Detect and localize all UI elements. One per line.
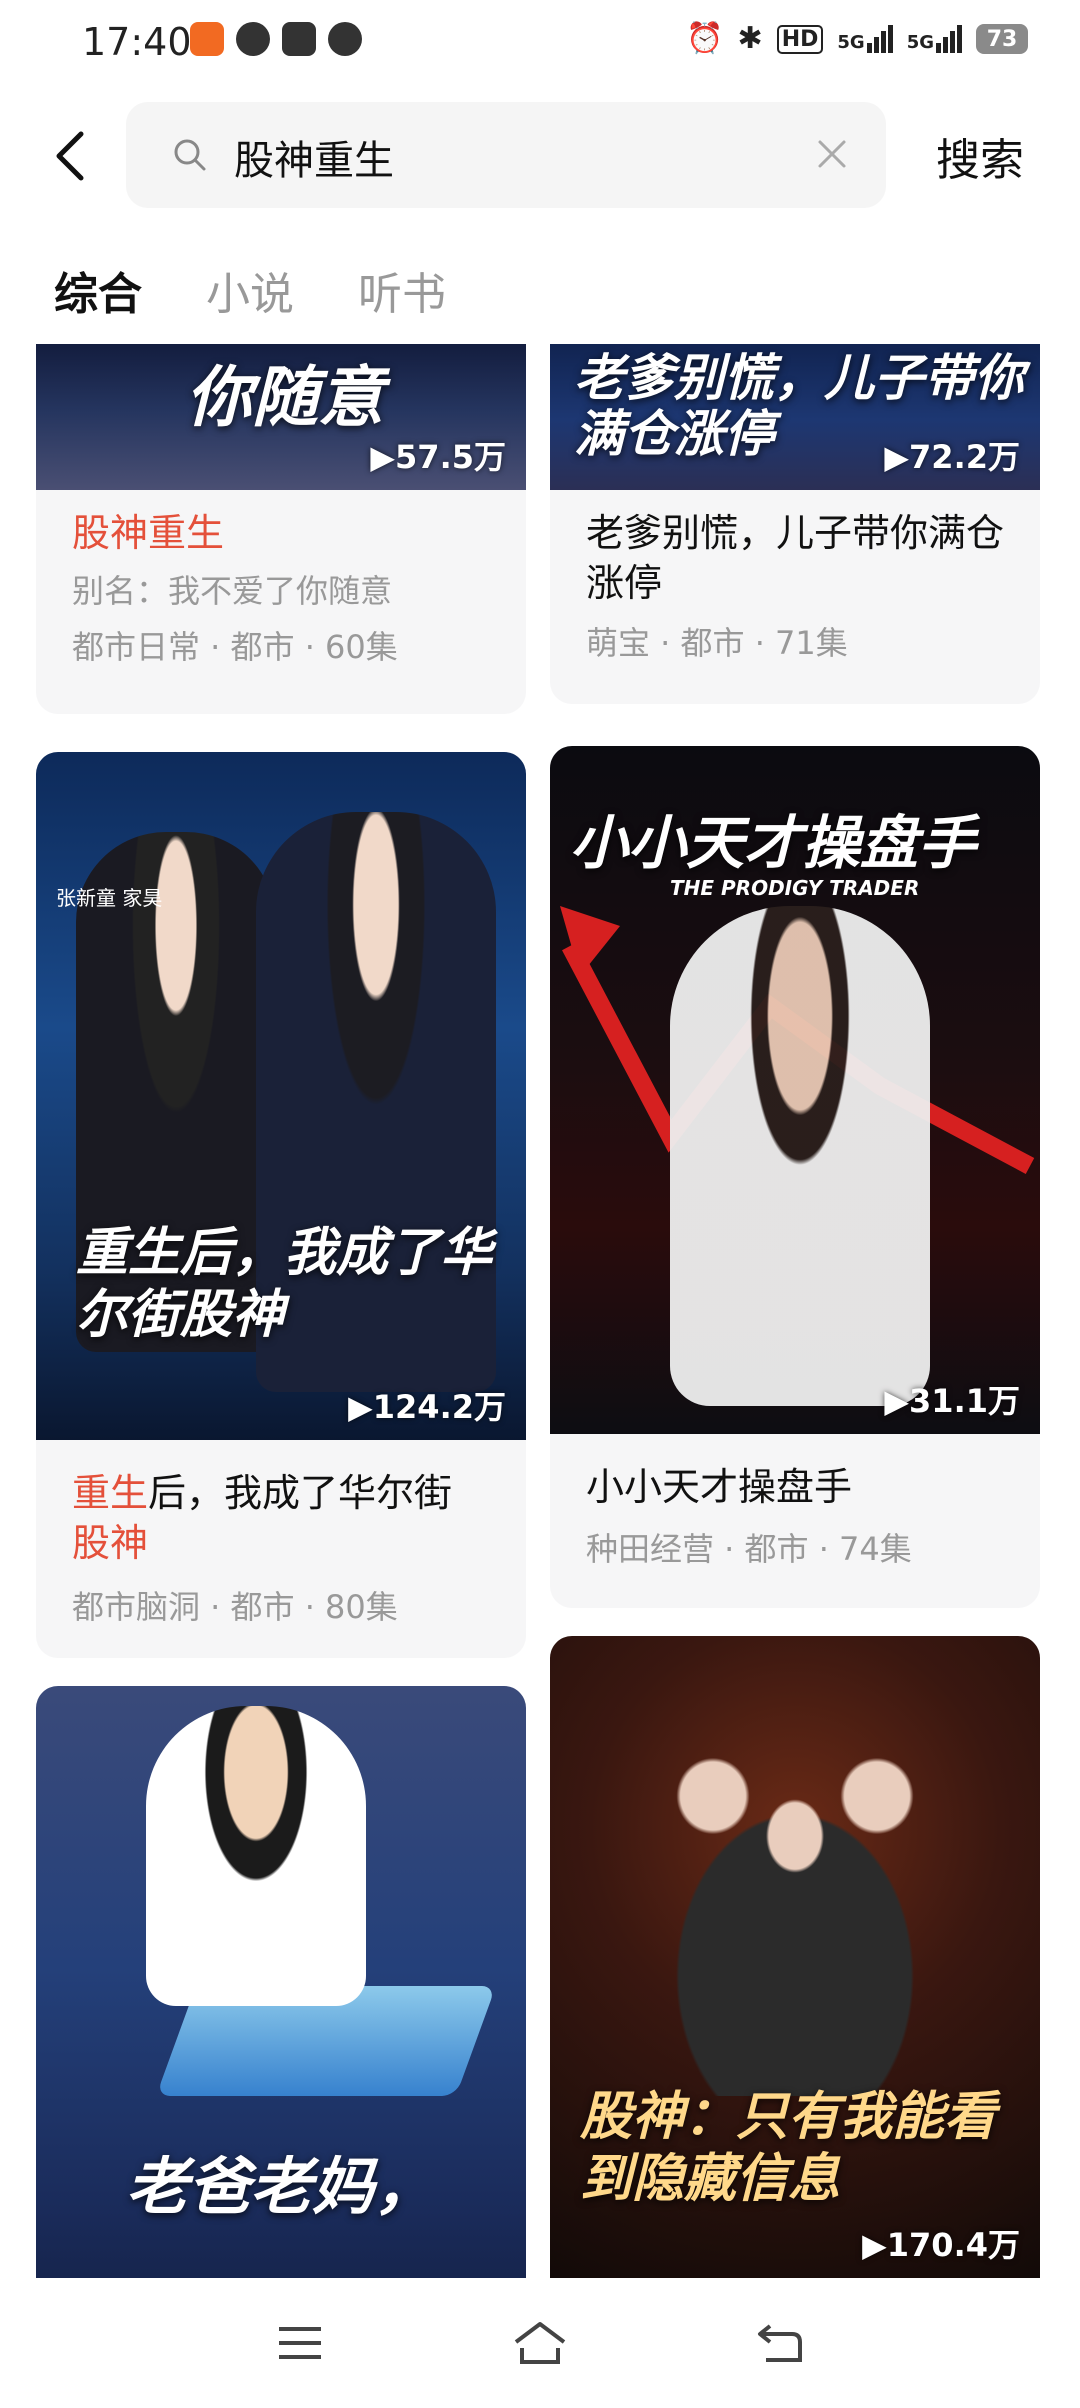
view-count: ▶124.2万 (348, 1388, 506, 1426)
back-button[interactable] (40, 126, 100, 186)
card-title: 小小天才操盘手 (586, 1465, 853, 1509)
cover-group-people (590, 1696, 1000, 2096)
back-arrow-icon (758, 2324, 802, 2362)
result-card[interactable]: 你随意 ▶57.5万 股神重生 别名：我不爱了你随意 都市日常 · 都市 · 6… (36, 344, 526, 714)
tab-novel[interactable]: 小说 (206, 258, 294, 322)
category-tabs: 综合 小说 听书 (54, 258, 446, 322)
cover-cast-text: 张新童 家昊 (56, 886, 163, 910)
cover-title-text: 老爸老妈， (126, 2150, 437, 2223)
cover-title-text: 重生后，我成了华尔街股神 (76, 1223, 493, 1345)
status-time: 17:40 (82, 20, 192, 64)
cover-image: 股神：只有我能看到隐藏信息 ▶170.4万 (550, 1636, 1040, 2278)
card-title: 股神重生 (72, 511, 225, 555)
system-nav-bar (0, 2278, 1080, 2408)
calendar-icon (282, 22, 316, 56)
5g-signal-icon: 5G (837, 25, 893, 53)
results-grid: 你随意 ▶57.5万 股神重生 别名：我不爱了你随意 都市日常 · 都市 · 6… (0, 344, 1080, 2278)
menu-button[interactable] (270, 2318, 330, 2368)
cover-image: 小小天才操盘手 THE PRODIGY TRADER ▶31.1万 (550, 746, 1040, 1434)
cover-image: 老爹别慌，儿子带你满仓涨停 ▶72.2万 (550, 344, 1040, 490)
hd-icon: HD (776, 24, 824, 54)
result-card[interactable]: 老爹别慌，儿子带你满仓涨停 ▶72.2万 老爹别慌，儿子带你满仓涨停 萌宝 · … (550, 344, 1040, 704)
chevron-left-icon (56, 131, 84, 181)
cover-subtitle-text: THE PRODIGY TRADER (670, 876, 920, 900)
alarm-icon: ⏰ (686, 21, 724, 56)
cover-image: 重生后，我成了华尔街股神 张新童 家昊 ▶124.2万 (36, 752, 526, 1440)
card-title: 老爹别慌，儿子带你满仓涨停 (586, 511, 1005, 605)
search-query: 股神重生 (234, 138, 394, 184)
cover-image: 你随意 ▶57.5万 (36, 344, 526, 490)
search-input[interactable]: 股神重生 (126, 102, 886, 208)
app-notification-icon (190, 22, 224, 56)
result-card[interactable]: 股神：只有我能看到隐藏信息 ▶170.4万 (550, 1636, 1040, 2278)
cover-title-text: 小小天才操盘手 (570, 809, 977, 877)
search-app-icon (328, 22, 362, 56)
cover-boy (146, 1706, 366, 2006)
view-count: ▶72.2万 (884, 438, 1020, 476)
result-card[interactable]: 老爸老妈， (36, 1686, 526, 2278)
back-nav-button[interactable] (750, 2318, 810, 2368)
home-button[interactable] (510, 2318, 570, 2368)
result-card[interactable]: 重生后，我成了华尔街股神 张新童 家昊 ▶124.2万 重生后，我成了华尔街 股… (36, 752, 526, 1658)
search-icon (174, 139, 206, 171)
card-tags: 都市脑洞 · 都市 · 80集 (72, 1588, 398, 1626)
view-count: ▶170.4万 (862, 2226, 1020, 2264)
5g-signal-icon-2: 5G (907, 25, 962, 53)
bluetooth-icon: ✱ (737, 21, 763, 56)
card-alias: 别名：我不爱了你随意 (72, 572, 393, 610)
result-card[interactable]: 小小天才操盘手 THE PRODIGY TRADER ▶31.1万 小小天才操盘… (550, 746, 1040, 1608)
view-count: ▶57.5万 (370, 438, 506, 476)
cover-title-text: 股神：只有我能看到隐藏信息 (580, 2087, 997, 2209)
battery-indicator: 73 (976, 24, 1028, 54)
cover-person (670, 906, 930, 1406)
cover-image: 老爸老妈， (36, 1686, 526, 2278)
status-bar: 17:40 ⏰ ✱ HD 5G 5G 73 (0, 0, 1080, 84)
home-icon (514, 2322, 566, 2364)
card-tags: 种田经营 · 都市 · 74集 (586, 1530, 912, 1568)
cover-title-text: 你随意 (186, 359, 384, 436)
card-title: 重生后，我成了华尔街 股神 (72, 1471, 453, 1565)
menu-icon (279, 2327, 321, 2359)
clear-icon[interactable] (814, 136, 850, 172)
view-count: ▶31.1万 (884, 1382, 1020, 1420)
card-tags: 都市日常 · 都市 · 60集 (72, 628, 398, 666)
tab-audiobook[interactable]: 听书 (358, 258, 446, 322)
search-button[interactable]: 搜索 (936, 124, 1024, 188)
wechat-icon (236, 22, 270, 56)
tab-all[interactable]: 综合 (54, 258, 142, 322)
card-tags: 萌宝 · 都市 · 71集 (586, 624, 848, 662)
